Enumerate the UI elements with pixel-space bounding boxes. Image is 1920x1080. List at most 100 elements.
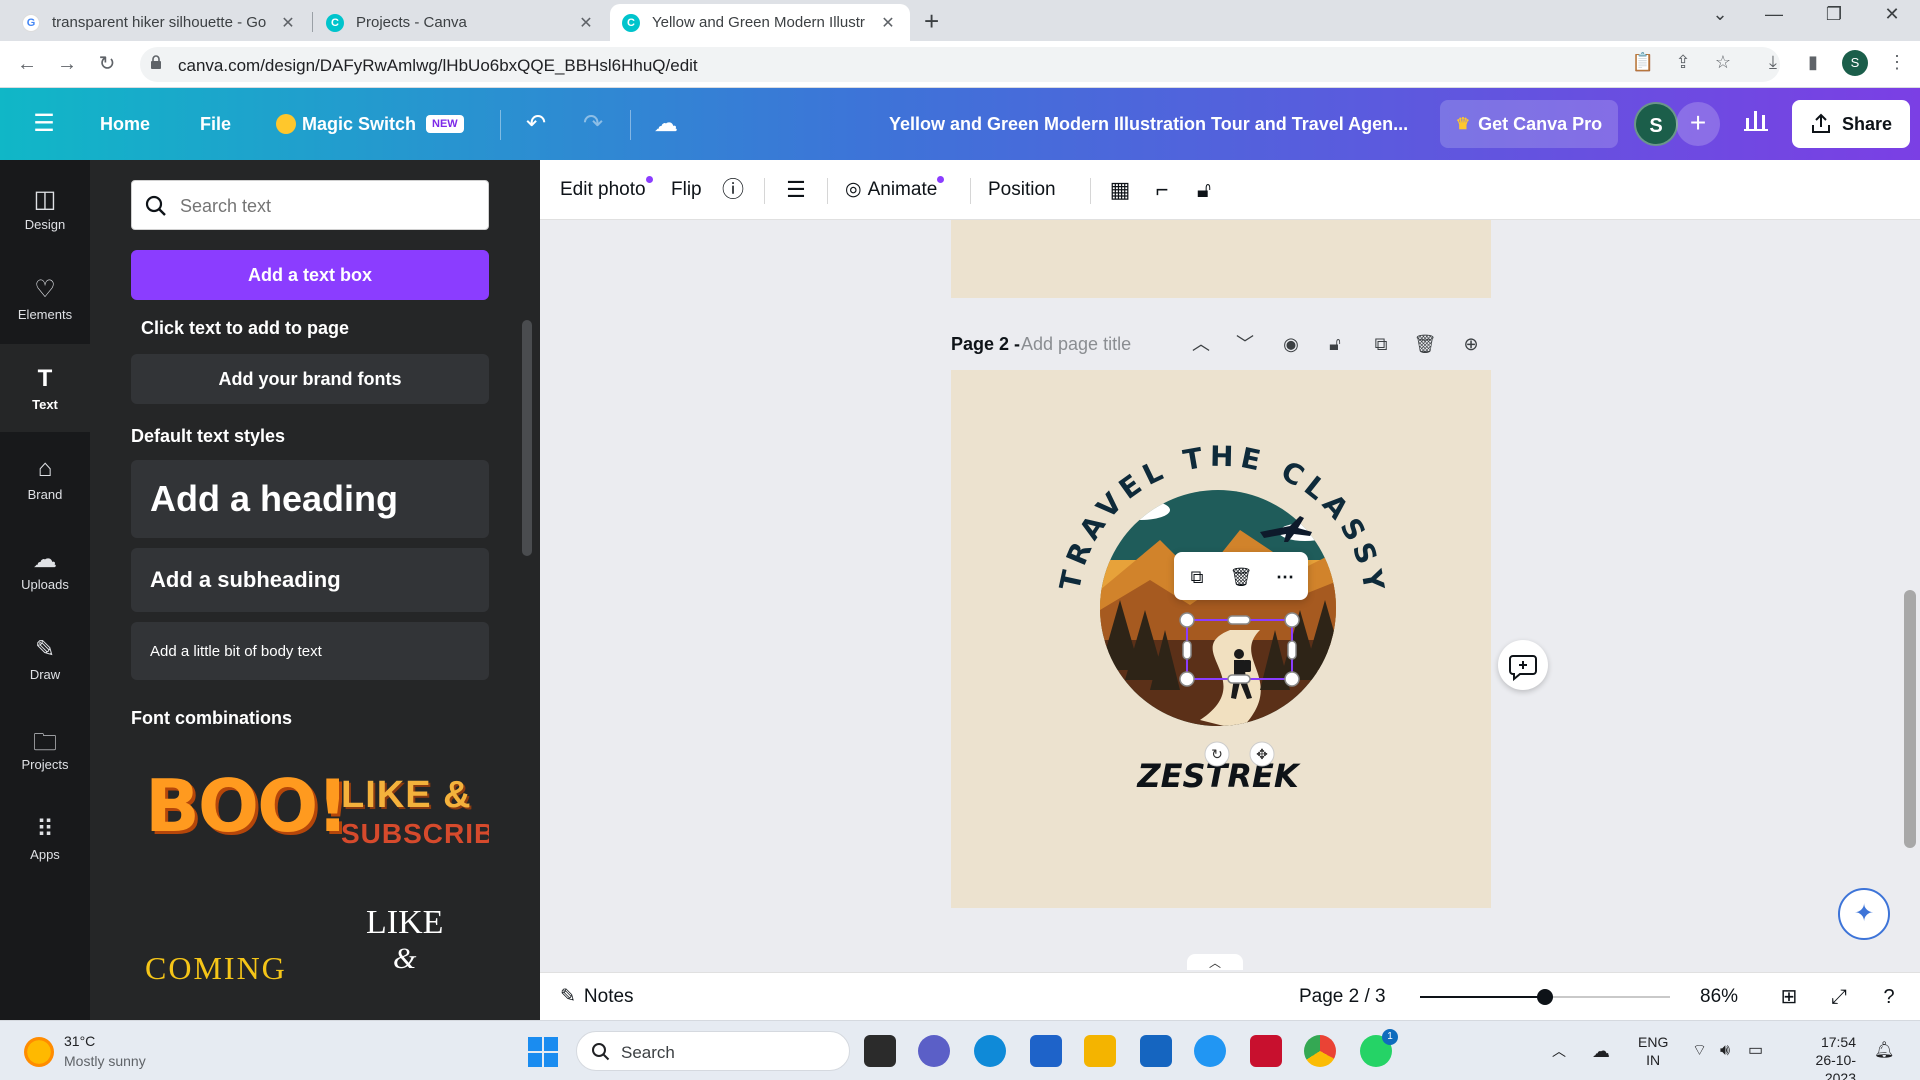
tab-google-search[interactable]: G transparent hiker silhouette - Go ✕ <box>10 4 310 41</box>
browser-profile-avatar[interactable]: S <box>1842 50 1868 76</box>
show-hidden-icons-chevron-icon[interactable]: ︿ <box>1552 1021 1566 1080</box>
search-text-field[interactable] <box>131 180 489 230</box>
task-view-icon[interactable] <box>864 1035 896 1067</box>
address-bar[interactable]: canva.com/design/DAFyRwAmlwg/lHbUo6bxQQE… <box>140 47 1780 82</box>
fullscreen-icon[interactable]: ⤢ <box>1826 984 1852 1010</box>
zoom-percentage[interactable]: 86% <box>1700 973 1738 1021</box>
volume-icon[interactable]: 🔊︎ <box>1720 1021 1730 1080</box>
redo-icon[interactable]: ↷ <box>575 106 611 142</box>
side-panel-icon[interactable]: ▮ <box>1800 49 1826 75</box>
share-button[interactable]: Share <box>1792 100 1910 148</box>
wifi-icon[interactable]: ⌔ <box>1692 1021 1707 1080</box>
rail-item-uploads[interactable]: ☁ Uploads <box>0 524 90 612</box>
file-menu-button[interactable]: File <box>200 88 231 160</box>
grid-view-icon[interactable]: ⊞ <box>1776 984 1802 1010</box>
help-icon[interactable]: ? <box>1876 984 1902 1010</box>
show-pages-chevron-icon[interactable]: ︿ <box>1187 954 1243 970</box>
back-icon[interactable]: ← <box>12 49 42 79</box>
upload-icon: ☁ <box>33 545 57 573</box>
rail-item-text[interactable]: T Text <box>0 344 90 432</box>
user-avatar[interactable]: S <box>1634 102 1678 146</box>
rail-item-projects[interactable]: 🗀 Projects <box>0 704 90 792</box>
tab-projects-canva[interactable]: C Projects - Canva ✕ <box>314 4 608 41</box>
download-icon[interactable]: ⤓ <box>1760 49 1786 75</box>
edge-icon[interactable] <box>974 1035 1006 1067</box>
zoom-slider-knob[interactable] <box>1537 989 1553 1005</box>
page-indicator[interactable]: Page 2 / 3 <box>1299 973 1386 1021</box>
minimize-icon[interactable]: — <box>1754 4 1794 25</box>
crown-icon: ♛ <box>1455 116 1471 133</box>
lang-region: IN <box>1646 1052 1661 1068</box>
get-canva-pro-button[interactable]: ♛ Get Canva Pro <box>1440 100 1618 148</box>
canvas-vertical-scrollbar[interactable] <box>1900 220 1920 940</box>
add-brand-fonts-button[interactable]: Add your brand fonts <box>131 354 489 404</box>
mcafee-icon[interactable] <box>1250 1035 1282 1067</box>
invite-plus-button[interactable]: + <box>1676 102 1720 146</box>
close-tab-icon[interactable]: ✕ <box>878 13 898 33</box>
forward-icon[interactable]: → <box>52 49 82 79</box>
logo-landscape[interactable] <box>1100 490 1345 730</box>
system-clock[interactable]: 17:54 26-10-2023 <box>1786 1033 1856 1080</box>
panel-scrollbar[interactable] <box>520 300 534 1020</box>
canva-icon: C <box>326 13 344 32</box>
combo-like-amp[interactable]: LIKE & <box>311 894 489 1020</box>
notification-bell-icon[interactable]: 🔔︎ <box>1874 1021 1894 1080</box>
more-options-icon[interactable]: ⋯ <box>1272 564 1298 590</box>
language-indicator[interactable]: ENG IN <box>1638 1033 1668 1069</box>
bookmark-star-icon[interactable]: ☆ <box>1710 49 1736 75</box>
insights-chart-icon[interactable] <box>1738 106 1774 142</box>
search-input[interactable] <box>180 193 480 219</box>
browser-menu-icon[interactable]: ⋮ <box>1884 49 1910 75</box>
apps-icon: ⠿ <box>36 815 54 843</box>
help-app-icon[interactable] <box>1194 1035 1226 1067</box>
taskbar-search-box[interactable]: Search <box>576 1031 850 1071</box>
add-text-box-button[interactable]: Add a text box <box>131 250 489 300</box>
header-divider <box>630 110 631 140</box>
close-tab-icon[interactable]: ✕ <box>576 13 596 33</box>
add-heading-card[interactable]: Add a heading <box>131 460 489 538</box>
windows-start-icon[interactable] <box>528 1037 558 1067</box>
restore-icon[interactable]: ❐ <box>1814 4 1854 25</box>
duplicate-element-icon[interactable]: ⧉ <box>1184 564 1210 590</box>
new-tab-icon[interactable]: + <box>924 6 939 37</box>
rail-item-elements[interactable]: ♡ Elements <box>0 254 90 342</box>
undo-icon[interactable]: ↶ <box>518 106 554 142</box>
close-tab-icon[interactable]: ✕ <box>278 13 298 33</box>
add-comment-button[interactable] <box>1498 640 1548 690</box>
file-explorer-icon[interactable] <box>1084 1035 1116 1067</box>
canva-header: ☰ Home File Magic Switch NEW ↶ ↷ ☁ Yello… <box>0 88 1920 160</box>
magic-switch-button[interactable]: Magic Switch NEW <box>276 88 464 160</box>
search-icon <box>592 1043 610 1061</box>
close-window-icon[interactable]: ✕ <box>1872 4 1912 25</box>
store-icon[interactable] <box>1030 1035 1062 1067</box>
onedrive-cloud-icon[interactable]: ☁ <box>1592 1021 1610 1080</box>
tab-search-chevron-icon[interactable]: ⌄ <box>1700 4 1740 25</box>
rail-item-draw[interactable]: ✎ Draw <box>0 614 90 702</box>
add-body-text-card[interactable]: Add a little bit of body text <box>131 622 489 680</box>
home-button[interactable]: Home <box>100 88 150 160</box>
chrome-icon[interactable] <box>1304 1035 1336 1067</box>
add-subheading-card[interactable]: Add a subheading <box>131 548 489 612</box>
clipboard-icon[interactable]: 📋 <box>1630 49 1656 75</box>
document-title[interactable]: Yellow and Green Modern Illustration Tou… <box>889 88 1409 160</box>
magic-sparkle-button[interactable]: ✦ <box>1838 888 1890 940</box>
myhp-icon[interactable] <box>1140 1035 1172 1067</box>
combo-boo[interactable]: BOO! <box>131 774 349 944</box>
reload-icon[interactable]: ↻ <box>92 49 122 79</box>
hamburger-menu-icon[interactable]: ☰ <box>26 106 62 142</box>
tab-current-design[interactable]: C Yellow and Green Modern Illustr ✕ <box>610 4 910 41</box>
zoom-slider[interactable] <box>1420 989 1670 1005</box>
delete-element-icon[interactable]: 🗑︎ <box>1228 564 1254 590</box>
rail-item-design[interactable]: ◫ Design <box>0 164 90 252</box>
teams-chat-icon[interactable] <box>918 1035 950 1067</box>
rail-item-brand[interactable]: ⌂ Brand <box>0 434 90 522</box>
combo-coming[interactable]: COMING <box>131 944 301 1020</box>
share-page-icon[interactable]: ⇪ <box>1670 49 1696 75</box>
rail-item-apps[interactable]: ⠿ Apps <box>0 794 90 882</box>
notes-button[interactable]: ✎ Notes <box>560 973 634 1021</box>
cloud-saved-icon[interactable]: ☁ <box>648 106 684 142</box>
panel-scroll-thumb[interactable] <box>522 320 532 556</box>
canvas-scroll-thumb[interactable] <box>1904 590 1916 848</box>
whatsapp-icon[interactable]: 1 <box>1360 1029 1398 1067</box>
battery-icon[interactable]: ▭ <box>1748 1021 1763 1080</box>
